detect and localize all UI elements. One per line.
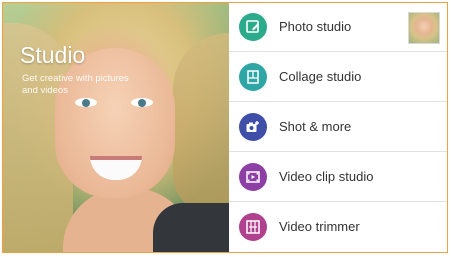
menu-item-label: Collage studio <box>279 69 362 84</box>
menu-item-photo-studio[interactable]: Photo studio <box>229 3 447 52</box>
menu-item-collage-studio[interactable]: Collage studio <box>229 53 447 102</box>
menu-item-label: Video clip studio <box>279 169 374 184</box>
hero-image: Studio Get creative with pictures and vi… <box>3 3 243 252</box>
menu-item-video-trimmer[interactable]: Video trimmer <box>229 203 447 252</box>
studio-menu: Photo studio Collage studio Shot & more … <box>229 3 447 252</box>
film-clip-icon <box>239 163 267 191</box>
menu-item-label: Photo studio <box>279 19 352 34</box>
hero-eye-left <box>75 98 97 107</box>
studio-window: Studio Get creative with pictures and vi… <box>2 2 448 253</box>
photo-edit-icon <box>239 13 267 41</box>
collage-icon <box>239 63 267 91</box>
hero-eye-right <box>131 98 153 107</box>
hero-mouth <box>90 156 142 180</box>
menu-item-video-clip-studio[interactable]: Video clip studio <box>229 153 447 202</box>
recent-photo-thumbnail[interactable] <box>408 12 440 44</box>
hero-face <box>55 48 175 198</box>
film-trim-icon <box>239 213 267 241</box>
hero-subtitle: Get creative with pictures and videos <box>22 73 129 96</box>
camera-plus-icon <box>239 113 267 141</box>
menu-item-shot-and-more[interactable]: Shot & more <box>229 103 447 152</box>
menu-item-label: Video trimmer <box>279 219 360 234</box>
hero-title: Studio <box>20 42 86 68</box>
menu-item-label: Shot & more <box>279 119 352 134</box>
hero-hair-right <box>173 33 229 213</box>
